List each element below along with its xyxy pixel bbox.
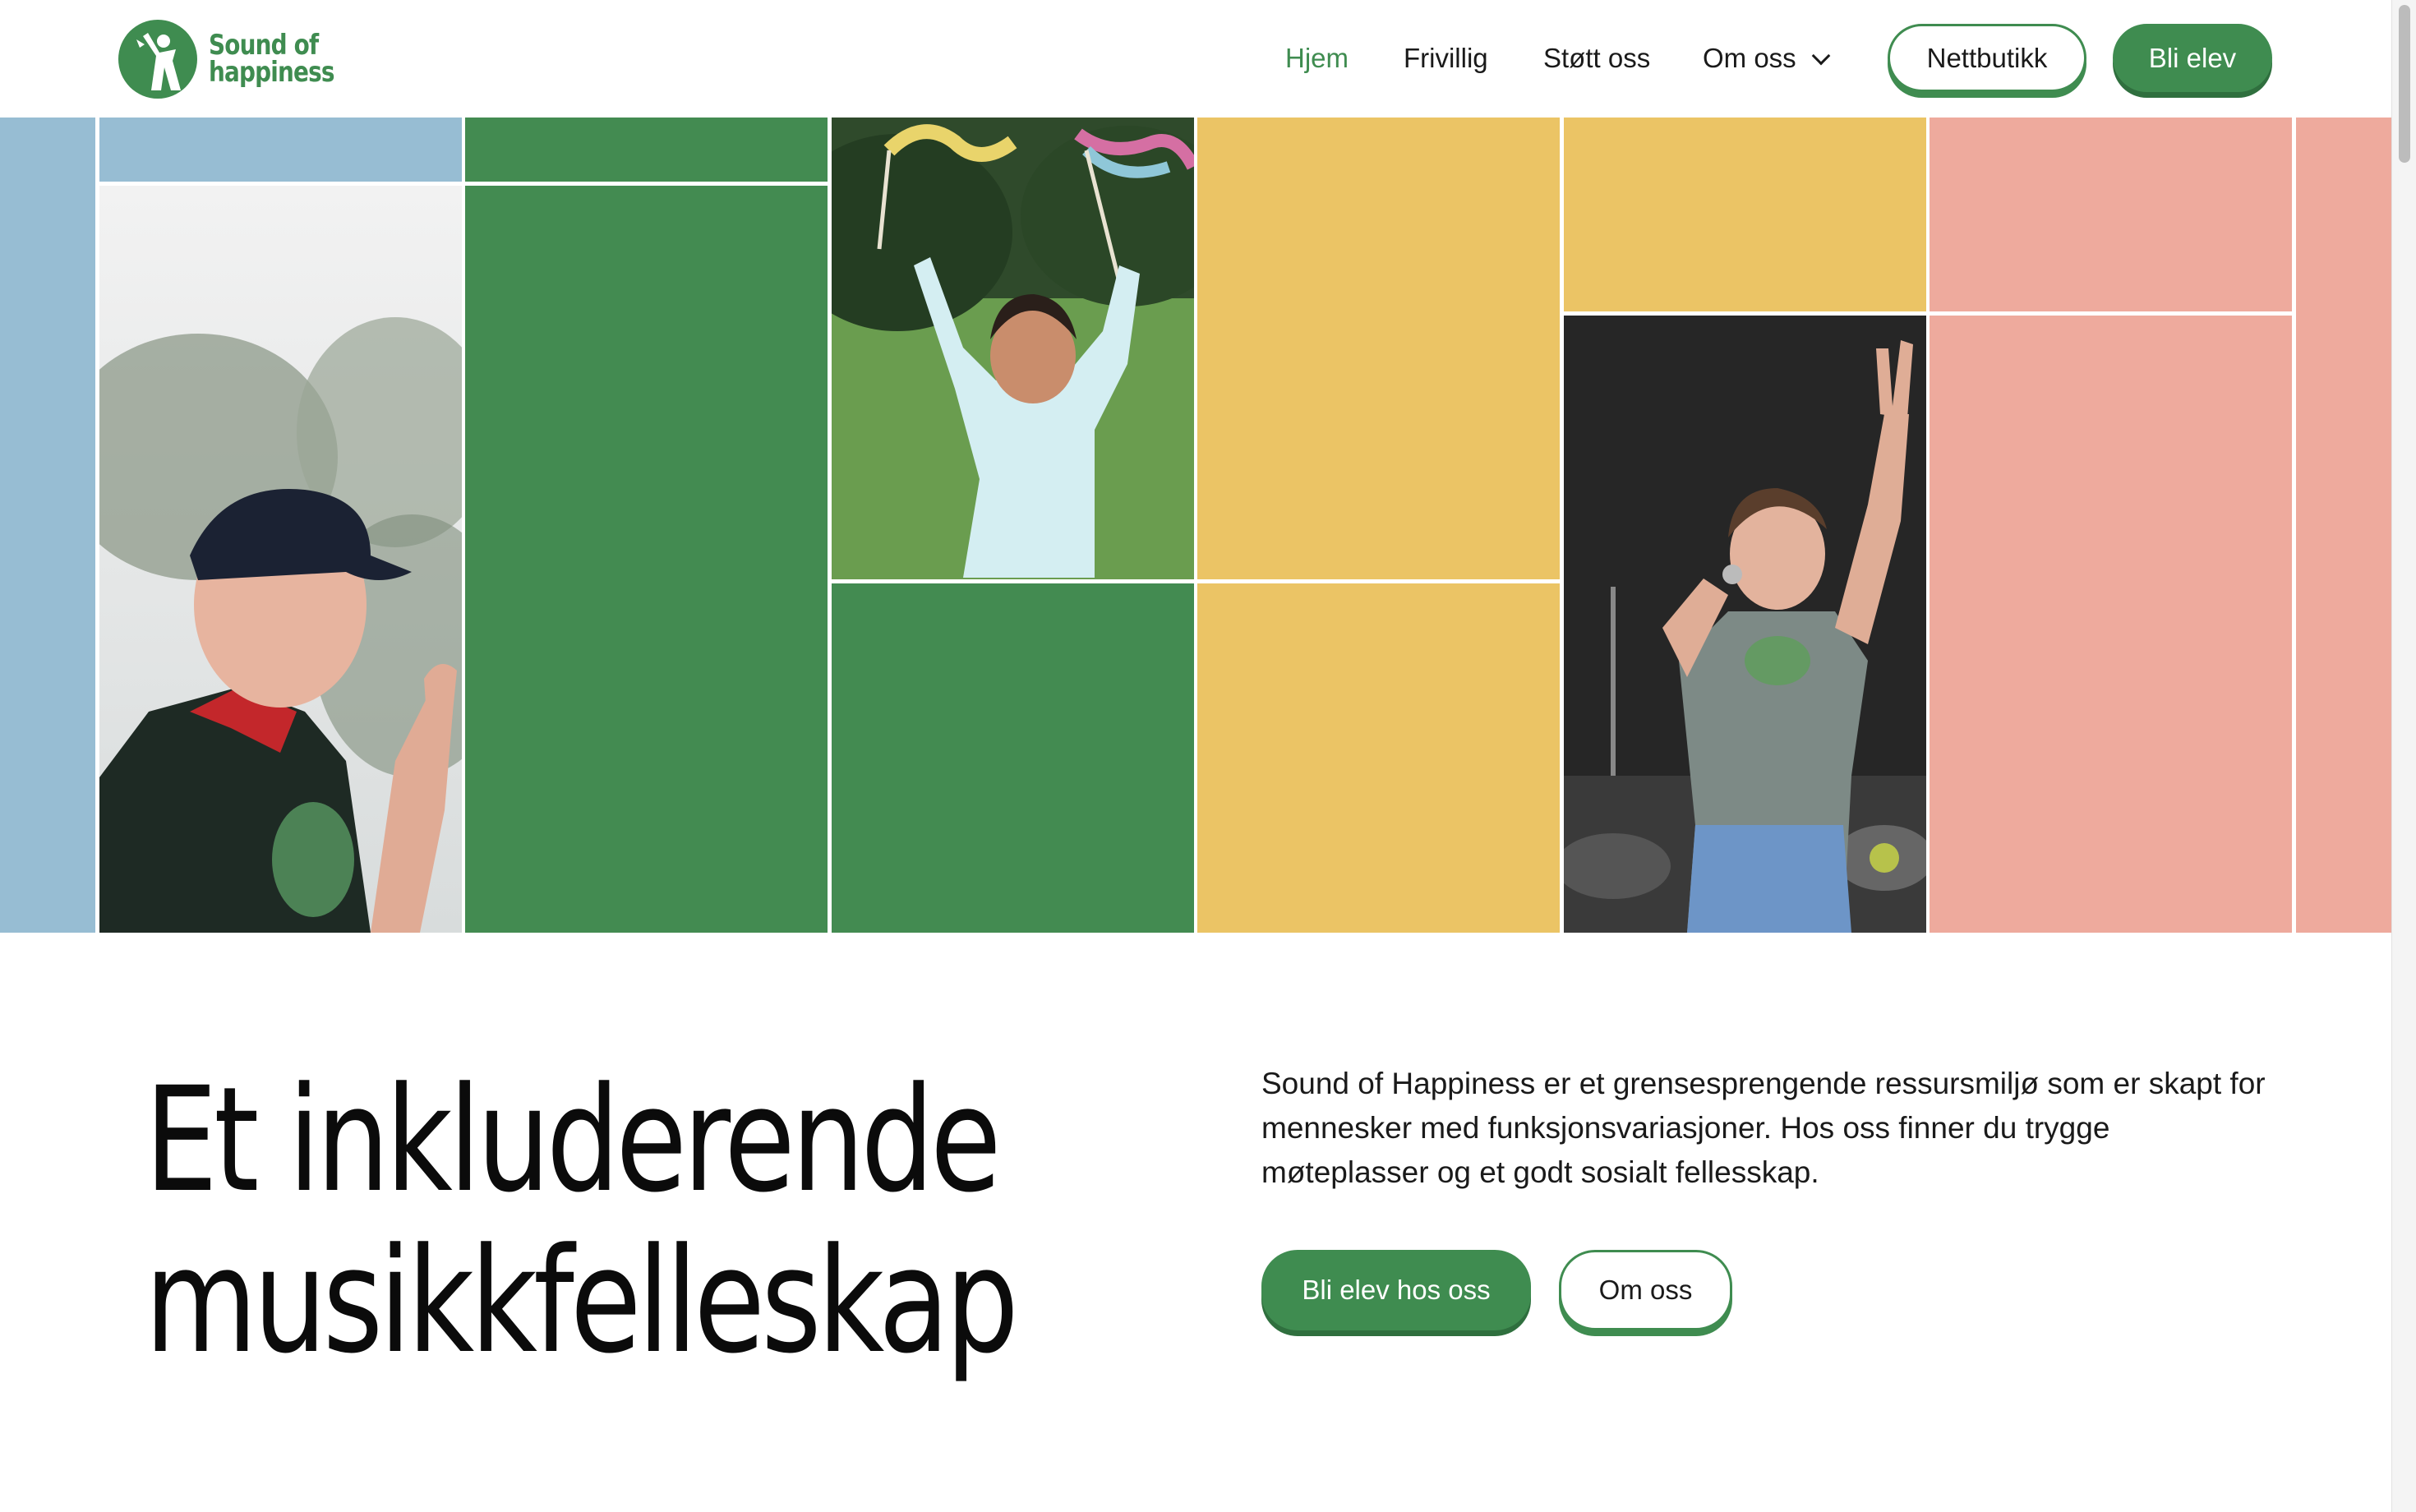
logo-link[interactable]: Sound of happiness — [118, 18, 362, 100]
tile-yellow-tall — [1197, 118, 1560, 579]
hero-photo-stage-singer — [1564, 316, 1926, 933]
tile-pink-tall — [1930, 316, 2292, 933]
logo-icon — [118, 20, 197, 99]
nav-item-frivillig[interactable]: Frivillig — [1404, 43, 1488, 74]
scrollbar-thumb[interactable] — [2399, 5, 2410, 163]
page-title-line-2: musikkfelleskap — [145, 1217, 1019, 1385]
hero-mosaic — [0, 118, 2391, 933]
om-oss-button[interactable]: Om oss — [1559, 1250, 1732, 1330]
tile-yellow-lower — [1197, 583, 1560, 933]
tile-yellow-top — [1564, 118, 1926, 311]
bli-elev-button[interactable]: Bli elev — [2113, 24, 2272, 92]
tile-blue-edge — [0, 118, 95, 933]
chevron-down-icon — [1811, 46, 1831, 66]
hero-photo-child-ribbons — [832, 118, 1194, 579]
page-scrollbar[interactable] — [2391, 0, 2416, 1512]
nav-item-stott-oss[interactable]: Støtt oss — [1543, 43, 1650, 74]
bli-elev-hos-oss-button[interactable]: Bli elev hos oss — [1261, 1250, 1531, 1330]
tile-pink-top — [1930, 118, 2292, 311]
nettbutikk-button[interactable]: Nettbutikk — [1888, 24, 2086, 92]
tile-green-lower — [832, 583, 1194, 933]
logo-line-2: happiness — [209, 56, 335, 89]
intro-text: Sound of Happiness er et grensesprengend… — [1261, 1067, 2266, 1189]
logo-wordmark: Sound of happiness — [209, 31, 335, 89]
page-title: Et inkluderende musikkfelleskap — [145, 1056, 1019, 1385]
tile-blue-top — [99, 118, 462, 182]
tile-pink-edge — [2296, 118, 2391, 933]
page-title-line-1: Et inkluderende — [145, 1056, 1002, 1224]
nav-item-hjem[interactable]: Hjem — [1285, 43, 1349, 74]
nav-item-om-oss[interactable]: Om oss — [1703, 43, 1831, 74]
hero-photo-singer-cap — [99, 186, 462, 933]
tile-green-tall — [465, 186, 828, 933]
nav-item-om-oss-label: Om oss — [1703, 43, 1796, 73]
tile-green-top — [465, 118, 828, 182]
site-header: Sound of happiness Hjem Frivillig Støtt … — [0, 0, 2391, 118]
